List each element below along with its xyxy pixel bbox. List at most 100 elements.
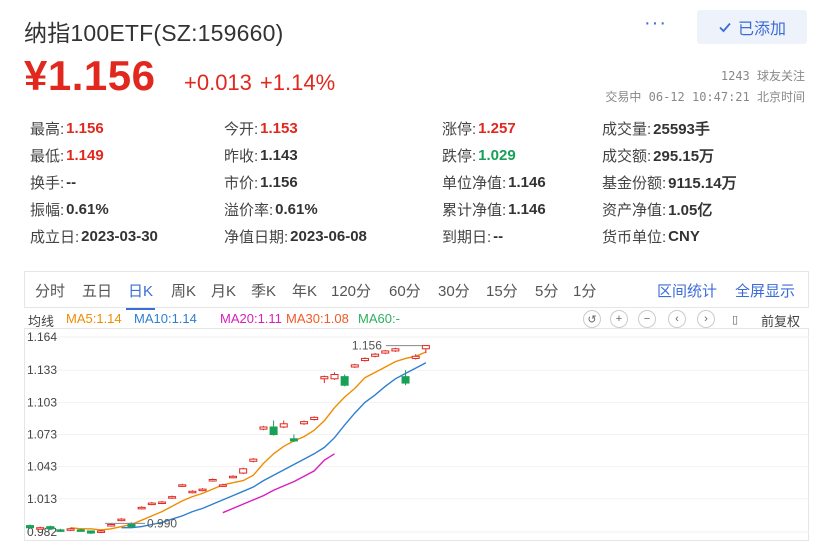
candle-body — [76, 529, 85, 532]
stat-label: 单位净值: — [442, 175, 507, 192]
stat-value: 1.156 — [260, 174, 298, 191]
stat-label: 市价: — [224, 175, 259, 192]
tab-period[interactable]: 分时 — [35, 280, 65, 301]
stat-value: 2023-03-30 — [81, 228, 158, 245]
candle-body — [259, 426, 268, 430]
stat-cell: 成立日: 2023-03-30 — [30, 226, 224, 247]
candle-body — [198, 488, 207, 492]
candle-body — [371, 353, 380, 357]
candle-body — [86, 530, 95, 534]
candle-body — [66, 528, 75, 531]
stat-label: 涨停: — [442, 121, 477, 138]
stat-value: 0.61% — [275, 201, 318, 218]
stat-cell: 市价: 1.156 — [224, 172, 442, 193]
tab-period[interactable]: 60分 — [389, 280, 421, 301]
candle-body — [401, 376, 410, 384]
stat-label: 最低: — [30, 148, 65, 165]
candle-body — [279, 423, 288, 428]
check-icon — [719, 22, 731, 33]
y-tick-label: 1.043 — [27, 460, 57, 474]
tab-period[interactable]: 日K — [125, 280, 156, 310]
candle-body — [249, 458, 258, 462]
stat-cell: 基金份额: 9115.14万 — [602, 172, 802, 193]
ma-legend-item: MA20:1.11 — [220, 311, 282, 326]
candle-body — [137, 506, 146, 510]
min-label: 0.990 — [147, 516, 177, 530]
stats-row: 振幅: 0.61% 溢价率: 0.61% 累计净值: 1.146 资产净值: 1.05亿 — [30, 196, 810, 223]
stats-row: 最高: 1.156 今开: 1.153 涨停: 1.257 成交量: 25593手 — [30, 115, 810, 142]
tab-period[interactable]: 5分 — [535, 280, 558, 301]
candle-body — [168, 496, 177, 499]
stat-label: 成交额: — [602, 148, 652, 165]
ma-legend-item: MA30:1.08 — [286, 311, 349, 326]
tab-period[interactable]: 1分 — [573, 280, 596, 301]
stat-cell: 昨收: 1.143 — [224, 145, 442, 166]
stat-label: 最高: — [30, 121, 65, 138]
y-tick-label: 1.133 — [27, 363, 57, 377]
stat-label: 净值日期: — [224, 229, 289, 246]
kline-chart[interactable]: 1.1641.1331.1031.0731.0431.0130.9821.156… — [24, 328, 809, 541]
range-stats-link[interactable]: 区间统计 — [657, 280, 717, 301]
zoom-in-icon[interactable]: + — [610, 310, 628, 328]
stat-value: 25593手 — [653, 121, 710, 138]
stat-value: 2023-06-08 — [290, 228, 367, 245]
zoom-out-icon[interactable]: − — [638, 310, 656, 328]
added-label: 已添加 — [737, 21, 786, 38]
tab-period[interactable]: 15分 — [486, 280, 518, 301]
stat-value: -- — [66, 174, 77, 191]
stat-cell: 成交量: 25593手 — [602, 118, 802, 139]
tab-period[interactable]: 周K — [171, 280, 196, 301]
candle-body — [391, 348, 400, 352]
candle-body — [117, 518, 126, 522]
stat-label: 到期日: — [442, 229, 492, 246]
stat-cell: 累计净值: 1.146 — [442, 199, 602, 220]
quote-header: 纳指100ETF(SZ:159660) ··· 已添加 — [24, 10, 807, 50]
more-options-button[interactable]: ··· — [644, 12, 667, 35]
y-tick-label: 1.013 — [27, 492, 57, 506]
stat-label: 成交量: — [602, 121, 652, 138]
candle-body — [97, 530, 106, 533]
tab-period[interactable]: 季K — [251, 280, 276, 301]
tab-period[interactable]: 30分 — [438, 280, 470, 301]
fullscreen-link[interactable]: 全屏显示 — [735, 280, 795, 301]
stat-cell: 单位净值: 1.146 — [442, 172, 602, 193]
stat-value: 1.257 — [478, 120, 516, 137]
tab-period[interactable]: 五日 — [82, 280, 112, 301]
candle-style-icon[interactable]: ▯ — [726, 310, 744, 328]
stat-label: 振幅: — [30, 202, 65, 219]
stat-label: 溢价率: — [224, 202, 274, 219]
tab-period[interactable]: 月K — [211, 280, 236, 301]
stat-value: 1.029 — [478, 147, 516, 164]
candle-body — [188, 490, 197, 494]
stat-cell: 溢价率: 0.61% — [224, 199, 442, 220]
price-row: ¥1.156 +0.013 +1.14% — [24, 52, 584, 100]
y-tick-label: 1.164 — [27, 330, 57, 344]
stat-cell: 净值日期: 2023-06-08 — [224, 226, 442, 247]
candle-body — [26, 525, 34, 529]
stat-value: 1.156 — [66, 120, 104, 137]
reset-icon[interactable]: ↺ — [583, 310, 601, 328]
pan-right-icon[interactable]: › — [697, 310, 715, 328]
pan-left-icon[interactable]: ‹ — [668, 310, 686, 328]
stat-label: 昨收: — [224, 148, 259, 165]
stat-value: 1.146 — [508, 174, 546, 191]
quote-meta: 1243 球友关注 交易中 06-12 10:47:21 北京时间 — [605, 66, 805, 108]
candle-body — [411, 355, 420, 359]
stat-cell: 最高: 1.156 — [30, 118, 224, 139]
stat-value: 295.15万 — [653, 148, 715, 165]
candle-body — [208, 479, 217, 482]
candle-body — [300, 421, 309, 425]
stat-value: 1.149 — [66, 147, 104, 164]
tab-period[interactable]: 120分 — [331, 280, 371, 301]
candle-body — [107, 524, 116, 527]
stat-value: 1.143 — [260, 147, 298, 164]
stat-label: 货币单位: — [602, 229, 667, 246]
ma-legend-item: MA60:- — [358, 311, 400, 326]
candle-body — [330, 374, 339, 380]
max-label: 1.156 — [352, 339, 382, 353]
stats-grid: 最高: 1.156 今开: 1.153 涨停: 1.257 成交量: 25593手 最低: 1.1… — [30, 115, 810, 250]
stat-value: 1.146 — [508, 201, 546, 218]
tab-period[interactable]: 年K — [292, 280, 317, 301]
candle-body — [320, 376, 329, 380]
added-watchlist-button[interactable]: 已添加 — [697, 10, 807, 44]
